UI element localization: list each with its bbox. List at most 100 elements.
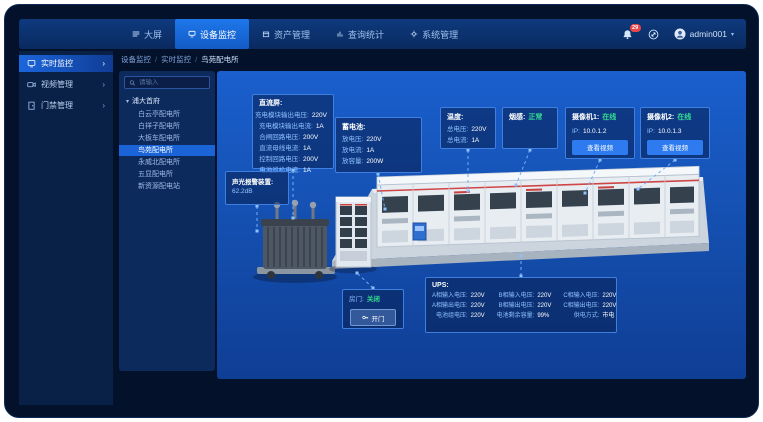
field-value: 220V: [471, 291, 491, 301]
field-label: IP:: [647, 126, 655, 137]
panel-camera-1: 摄像机1:在线 IP:10.0.1.2 查看视频: [565, 107, 635, 159]
field-label: 充电模块输出电压:: [255, 110, 309, 121]
field-value: 1A: [316, 121, 327, 132]
panel-dc-screen: 直流屏: 充电模块输出电压:220V 充电模块输出电流:1A 合闸回路电压:20…: [252, 94, 334, 169]
sidebar-item-access-control[interactable]: 门禁管理 ›: [19, 97, 113, 114]
tree-item-substation[interactable]: 白云亭配电所: [124, 109, 210, 120]
field-label: A相输入电压:: [432, 291, 468, 301]
notification-badge: 29: [630, 24, 641, 32]
nav-tab-device-monitoring[interactable]: 设备监控: [175, 19, 249, 49]
field-value: 220V: [471, 301, 491, 311]
field-value: 220V: [602, 291, 622, 301]
door-icon: [27, 101, 36, 110]
search-icon: [129, 79, 136, 87]
tree-item-substation[interactable]: 新资源配电站: [124, 181, 210, 192]
tree-item-substation[interactable]: 白祥子配电所: [124, 121, 210, 132]
breadcrumb-item[interactable]: 设备监控: [121, 54, 151, 65]
panel-temperature: 温度: 总电压:220V 总电流:1A: [440, 107, 496, 149]
panel-door: 房门:关闭 开门: [342, 289, 404, 329]
field-value: 220V: [471, 311, 491, 321]
field-label: 总电压:: [447, 124, 468, 135]
field-value: 220V: [312, 110, 327, 121]
avatar: [674, 28, 686, 40]
field-value: 市电: [602, 311, 622, 321]
field-value: 10.0.1.2: [583, 126, 607, 137]
monitor-icon: [188, 30, 196, 38]
nav-right-cluster: 29 admin001 ▾: [622, 19, 734, 49]
battery-cabinet: [329, 197, 377, 274]
panel-title: 摄像机2:: [647, 112, 674, 124]
panel-ups: UPS: A相输入电压:220V B相输入电压:220V C相输入电压:220V…: [425, 277, 617, 333]
monitor-icon: [27, 59, 36, 68]
user-menu[interactable]: admin001 ▾: [674, 28, 734, 40]
view-video-button[interactable]: 查看视频: [647, 140, 703, 155]
status-badge: 在线: [602, 112, 616, 126]
notifications-button[interactable]: 29: [622, 29, 633, 40]
panel-title: 声光报警装置:: [232, 176, 282, 186]
field-label: 供电方式:: [574, 311, 600, 321]
status-badge: 关闭: [367, 294, 380, 305]
field-label: 控制回路电压:: [259, 154, 300, 165]
panel-camera-2: 摄像机2:在线 IP:10.0.1.3 查看视频: [640, 107, 710, 159]
field-label: 充电模块输出电流:: [259, 121, 313, 132]
sidebar-item-video-management[interactable]: 视频管理 ›: [19, 76, 113, 93]
ups-grid: A相输入电压:220V B相输入电压:220V C相输入电压:220V A相输出…: [432, 291, 610, 322]
gear-icon: [410, 30, 418, 38]
field-label: 房门:: [349, 294, 364, 305]
chevron-right-icon: ›: [102, 80, 105, 89]
nav-tabs: 大屏 设备监控 资产管理 查询统计 系统管理: [119, 19, 471, 49]
chevron-down-icon: ▾: [731, 31, 734, 38]
sidebar-item-label: 实时监控: [41, 58, 73, 69]
field-label: B相输入电压:: [499, 291, 535, 301]
tree-item-substation-selected[interactable]: 鸟苑配电所: [119, 145, 215, 156]
field-value: 220V: [471, 124, 489, 135]
field-label: 放容量:: [342, 156, 363, 167]
field-value: 1A: [366, 145, 390, 156]
view-video-button[interactable]: 查看视频: [572, 140, 628, 155]
field-label: C相输出电压:: [563, 301, 599, 311]
field-value: 200V: [303, 154, 327, 165]
chevron-right-icon: ›: [102, 101, 105, 110]
panel-sound-light-alarm: 声光报警装置: 62.2dB: [225, 171, 289, 205]
open-door-button[interactable]: 开门: [350, 309, 396, 326]
tree-root-node[interactable]: ▾ 浦大首府: [126, 96, 210, 106]
sidebar: 实时监控 › 视频管理 › 门禁管理 ›: [19, 51, 113, 405]
nav-tab-system[interactable]: 系统管理: [397, 19, 471, 49]
status-badge: 在线: [677, 112, 691, 126]
breadcrumb-item[interactable]: 实时监控: [161, 54, 191, 65]
panel-title: 蓄电池:: [342, 122, 415, 132]
field-label: 电池组电压:: [436, 311, 468, 321]
field-value: 10.0.1.3: [658, 126, 682, 137]
app-window: 大屏 设备监控 资产管理 查询统计 系统管理 29: [4, 4, 759, 418]
panel-title: 直流屏:: [259, 98, 327, 108]
sidebar-item-realtime-monitoring[interactable]: 实时监控 ›: [19, 55, 113, 72]
breadcrumb-separator: /: [195, 55, 197, 64]
sidebar-item-label: 门禁管理: [41, 100, 73, 111]
field-value: 220V: [366, 134, 390, 145]
panel-title: 摄像机1:: [572, 112, 599, 124]
device-tree-panel: ▾ 浦大首府 白云亭配电所 白祥子配电所 大板车配电所 鸟苑配电所 永威北配电所…: [119, 71, 215, 371]
tree-search: [124, 76, 210, 89]
chart-icon: [336, 30, 344, 38]
floor-device: [413, 223, 426, 240]
field-label: 电池剩余容量:: [497, 311, 535, 321]
fullscreen-button[interactable]: [648, 29, 659, 40]
open-door-label: 开门: [372, 313, 385, 323]
field-label: B相输出电压:: [499, 301, 535, 311]
search-input[interactable]: [139, 79, 205, 86]
field-value: 1A: [471, 135, 489, 146]
tree-item-substation[interactable]: 永威北配电所: [124, 157, 210, 168]
nav-tab-statistics[interactable]: 查询统计: [323, 19, 397, 49]
tree-item-substation[interactable]: 五显配电所: [124, 169, 210, 180]
field-label: A相输出电压:: [432, 301, 468, 311]
camera-icon: [27, 80, 36, 89]
nav-tab-label: 系统管理: [422, 28, 458, 41]
nav-tab-dashboard[interactable]: 大屏: [119, 19, 175, 49]
tree-item-substation[interactable]: 大板车配电所: [124, 133, 210, 144]
nav-tab-assets[interactable]: 资产管理: [249, 19, 323, 49]
field-value: 99%: [537, 311, 557, 321]
username: admin001: [690, 29, 727, 39]
field-label: IP:: [572, 126, 580, 137]
breadcrumb-item-current: 鸟苑配电所: [201, 54, 239, 65]
field-value: 200V: [303, 132, 327, 143]
